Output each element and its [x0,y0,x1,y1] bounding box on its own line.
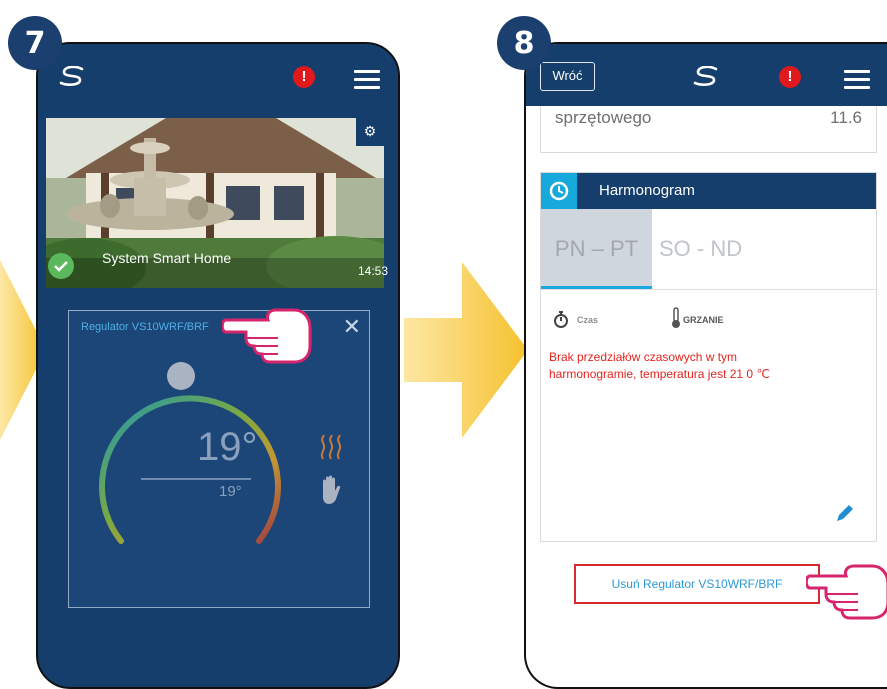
app-bar: Wróć ! [526,44,887,106]
phone-screen-step-7: ! ⚙ System Smart Home 14:53 Regulator VS… [36,42,400,689]
step-badge: 7 [8,16,62,70]
app-bar: ! [38,44,398,106]
schedule-card: Harmonogram PN – PT SO - ND Czas GRZANIE… [540,172,877,542]
hand-icon [323,475,341,504]
divider [541,289,876,290]
check-icon [48,253,74,279]
heating-label: GRZANIE [683,315,724,325]
alert-icon[interactable]: ! [779,66,801,88]
arrow-icon [404,262,528,438]
tab-weekend[interactable]: SO - ND [659,209,769,289]
schedule-title: Harmonogram [599,182,695,199]
step-badge: 8 [497,16,551,70]
firmware-row: sprzętowego 11.6 [540,106,877,153]
home-name-label: System Smart Home [102,250,232,266]
message-line: harmonogramie, temperatura jest 21 0 ℃ [549,367,770,381]
firmware-value: 11.6 [830,108,862,127]
schedule-icon [541,173,577,209]
time-label: Czas [577,315,599,325]
firmware-label: sprzętowego [555,108,652,127]
widget-title: Regulator VS10WRF/BRF [81,321,209,333]
back-button[interactable]: Wróć [540,62,595,91]
temperature-dial[interactable] [89,361,289,581]
empty-schedule-message: Brak przedziałów czasowych w tym harmono… [549,349,869,383]
thermostat-widget[interactable]: Regulator VS10WRF/BRF ✕ 19° 19° [68,310,370,608]
message-line: Brak przedziałów czasowych w tym [549,350,738,364]
salus-logo-icon[interactable] [58,66,86,86]
hamburger-menu-icon[interactable] [354,70,380,90]
alert-icon[interactable]: ! [293,66,315,88]
thermometer-icon [672,307,680,328]
current-temperature: 19° [197,425,258,469]
tab-weekdays[interactable]: PN – PT [541,209,652,289]
photo-time: 14:53 [357,264,388,278]
set-temperature: 19° [219,483,242,500]
hamburger-menu-icon[interactable] [844,70,870,90]
pencil-icon[interactable] [835,503,855,523]
close-icon[interactable]: ✕ [343,314,361,340]
heat-icon [320,435,342,460]
schedule-header: Harmonogram [541,173,876,209]
dial-handle [167,362,195,390]
pointing-hand-icon [222,308,312,364]
stopwatch-icon [554,311,568,328]
gear-icon[interactable]: ⚙ [356,118,384,146]
remove-device-button[interactable]: Usuń Regulator VS10WRF/BRF [574,564,820,604]
pointing-hand-icon [806,564,887,620]
salus-logo-icon[interactable] [692,66,720,86]
